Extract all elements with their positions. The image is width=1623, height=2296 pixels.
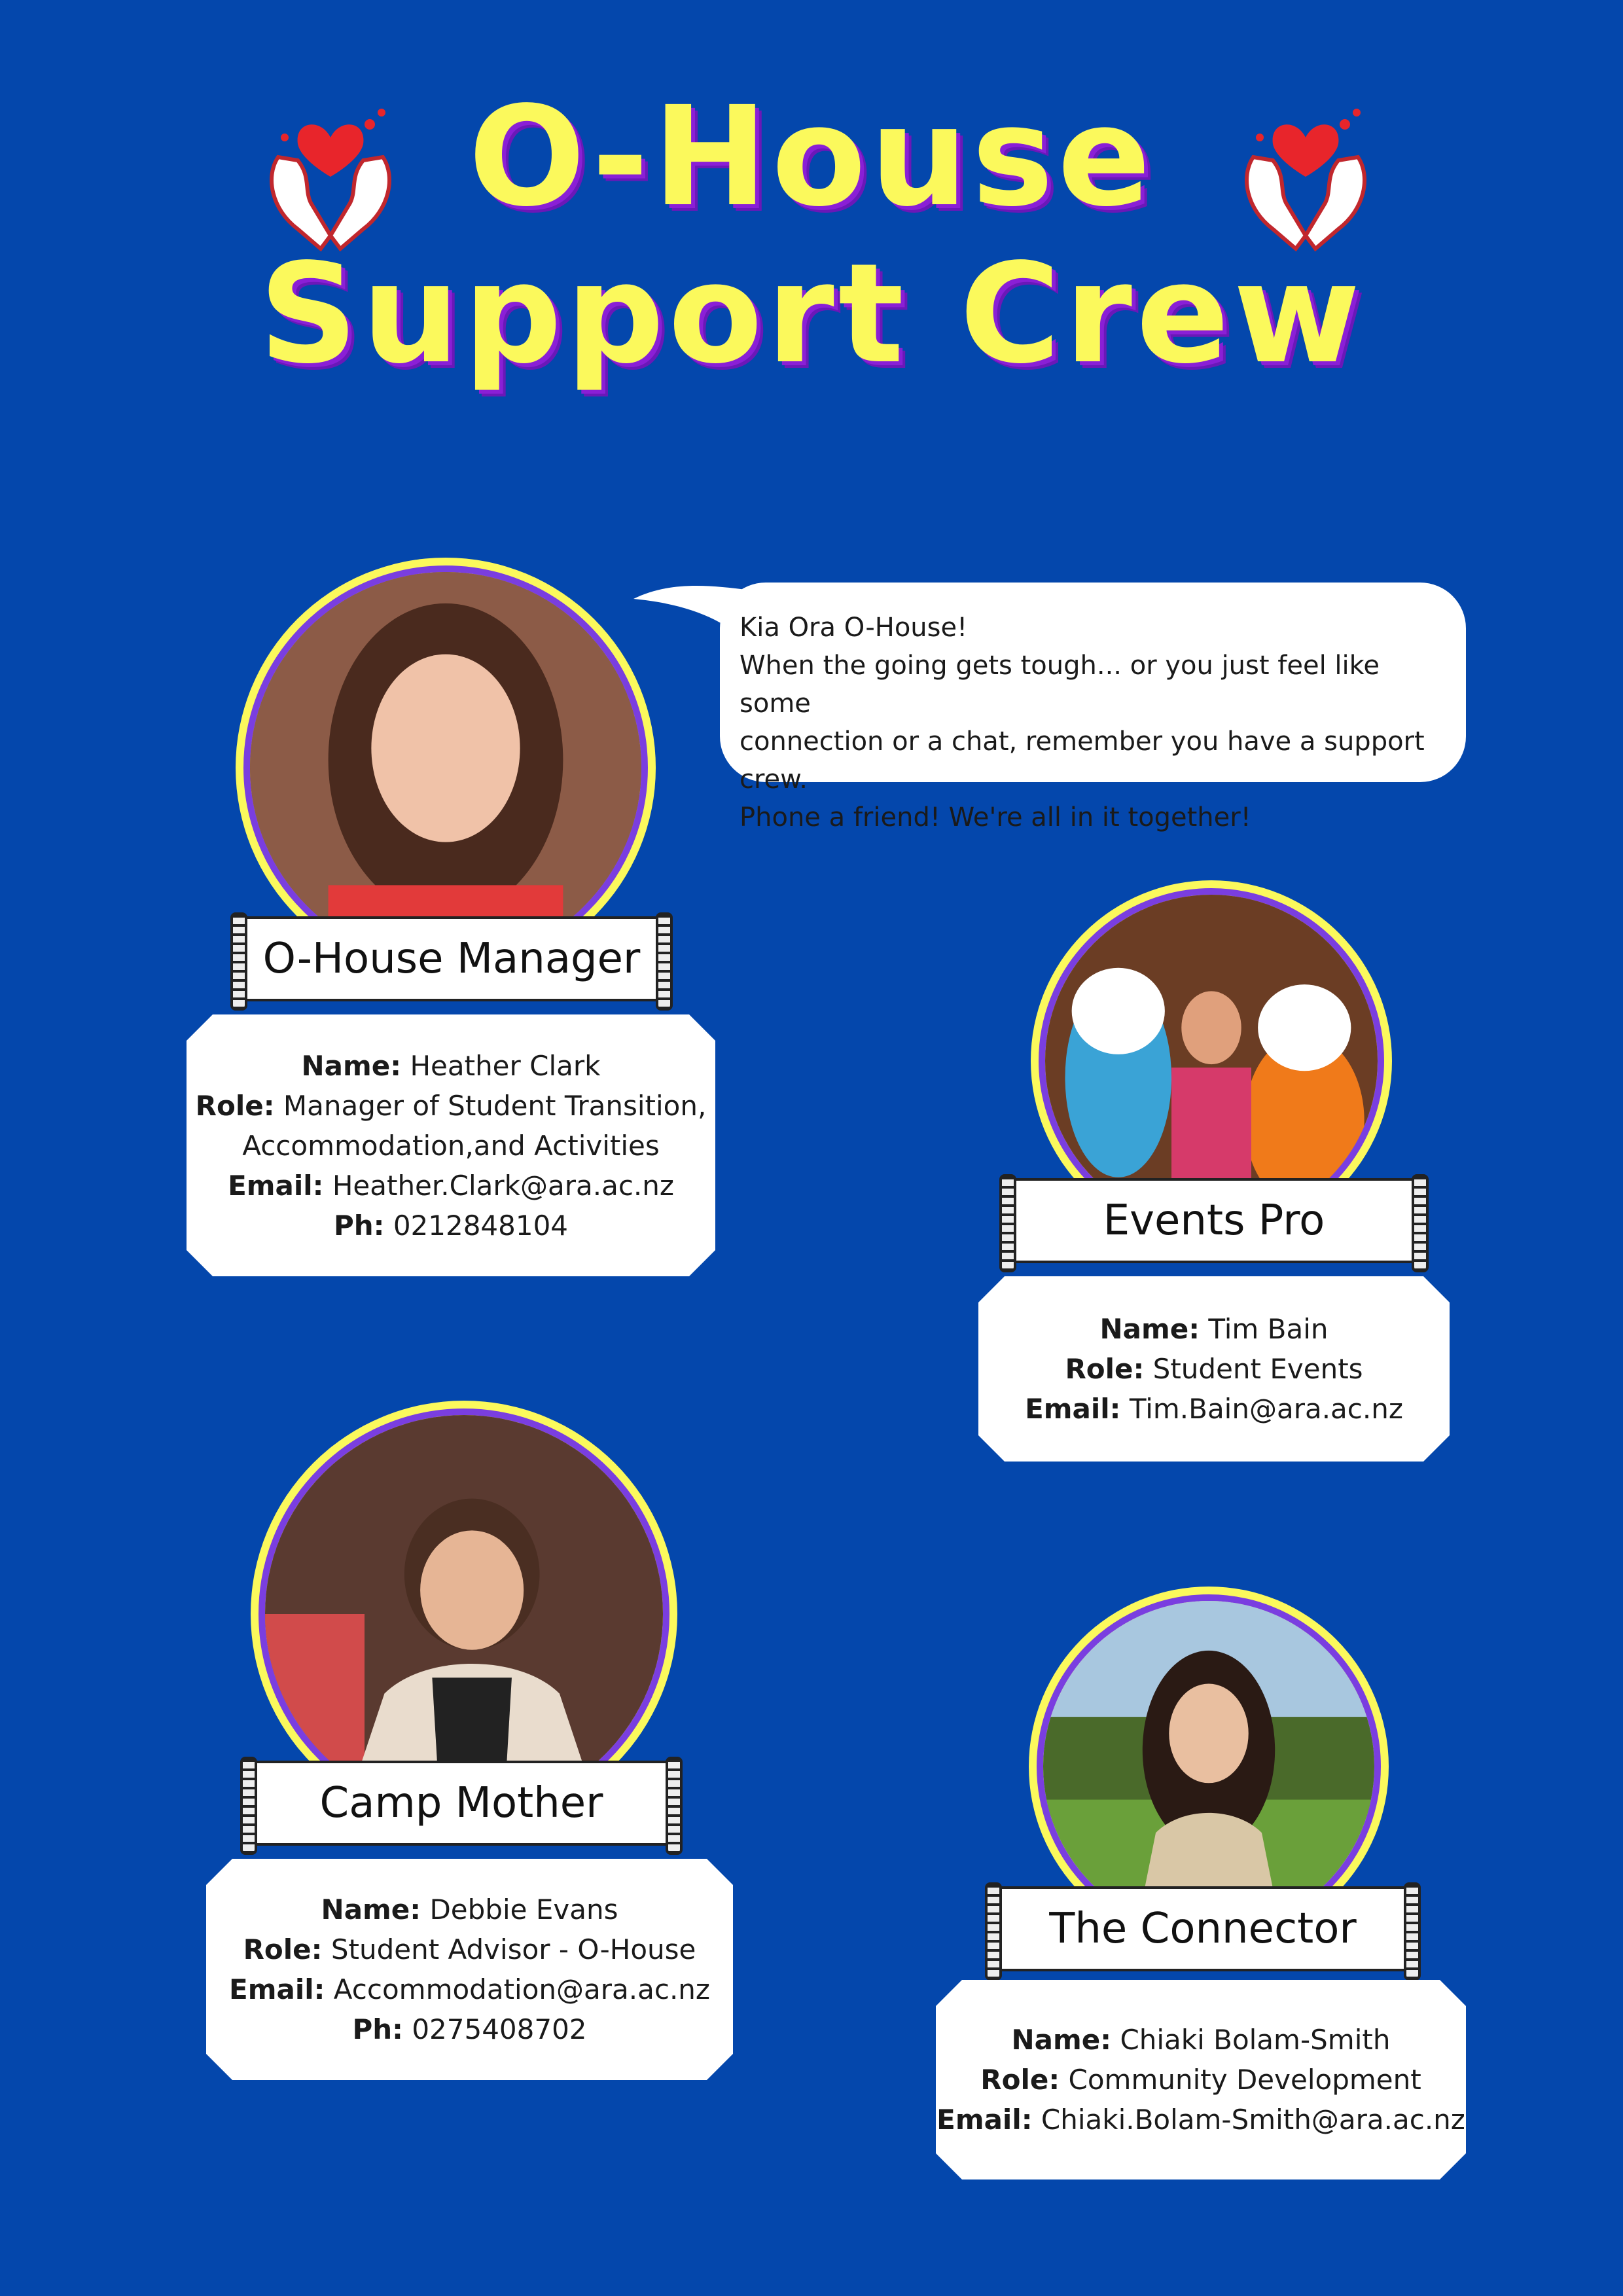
bubble-line: connection or a chat, remember you have … (740, 726, 1425, 795)
banner-o-house-manager: O-House Manager (230, 912, 673, 1011)
role-value-continued: Accommodation,and Activities (242, 1129, 660, 1162)
name-label: Name: (1011, 2024, 1112, 2056)
crew-card-tim-bain: Name: Tim Bain Role: Student Events Emai… (978, 1276, 1450, 1462)
name-value: Chiaki Bolam-Smith (1120, 2024, 1391, 2056)
avatar-heather-clark (236, 558, 656, 978)
banner-camp-mother: Camp Mother (240, 1757, 683, 1855)
role-label: Role: (243, 1933, 323, 1965)
email-label: Email: (936, 2104, 1033, 2136)
name-value: Tim Bain (1208, 1313, 1329, 1345)
crew-card-debbie-evans: Name: Debbie Evans Role: Student Advisor… (206, 1859, 733, 2080)
crew-card-heather-clark: Name: Heather Clark Role: Manager of Stu… (187, 1014, 715, 1276)
email-link[interactable]: Tim.Bain@ara.ac.nz (1130, 1393, 1403, 1425)
phone-link[interactable]: 0275408702 (412, 2013, 586, 2045)
role-value: Student Events (1152, 1353, 1363, 1385)
title-line-1: O-House (468, 77, 1155, 237)
role-label: Role: (195, 1089, 275, 1122)
role-label: Role: (1065, 1353, 1145, 1385)
banner-the-connector: The Connector (985, 1882, 1421, 1981)
email-label: Email: (1025, 1393, 1121, 1425)
name-value: Heather Clark (410, 1049, 601, 1082)
email-link[interactable]: Chiaki.Bolam-Smith@ara.ac.nz (1041, 2104, 1465, 2136)
phone-label: Ph: (333, 1209, 385, 1242)
heart-hands-icon (270, 109, 391, 252)
bubble-line: When the going gets tough... or you just… (740, 651, 1380, 719)
role-value: Community Development (1068, 2064, 1421, 2096)
banner-events-pro: Events Pro (999, 1174, 1429, 1272)
name-value: Debbie Evans (429, 1893, 618, 1926)
role-label: Role: (980, 2064, 1060, 2096)
title-line-2: Support Crew (259, 234, 1364, 394)
speech-bubble: Kia Ora O-House! When the going gets tou… (720, 583, 1466, 833)
name-label: Name: (301, 1049, 402, 1082)
phone-label: Ph: (352, 2013, 403, 2045)
banner-label: Events Pro (1103, 1196, 1325, 1245)
bubble-line: Phone a friend! We're all in it together… (740, 802, 1251, 833)
name-label: Name: (1099, 1313, 1200, 1345)
email-label: Email: (229, 1973, 325, 2005)
email-link[interactable]: Accommodation@ara.ac.nz (334, 1973, 710, 2005)
banner-label: The Connector (1049, 1905, 1357, 1953)
heart-hands-icon (1245, 109, 1366, 252)
banner-label: Camp Mother (319, 1779, 603, 1827)
role-value: Student Advisor - O-House (330, 1933, 696, 1965)
name-label: Name: (321, 1893, 421, 1926)
crew-card-chiaki-bolam-smith: Name: Chiaki Bolam-Smith Role: Community… (936, 1980, 1466, 2179)
email-link[interactable]: Heather.Clark@ara.ac.nz (332, 1170, 674, 1202)
bubble-line: Kia Ora O-House! (740, 613, 968, 643)
banner-label: O-House Manager (262, 935, 641, 983)
role-value: Manager of Student Transition, (283, 1089, 707, 1122)
email-label: Email: (228, 1169, 324, 1202)
phone-link[interactable]: 0212848104 (393, 1210, 568, 1242)
